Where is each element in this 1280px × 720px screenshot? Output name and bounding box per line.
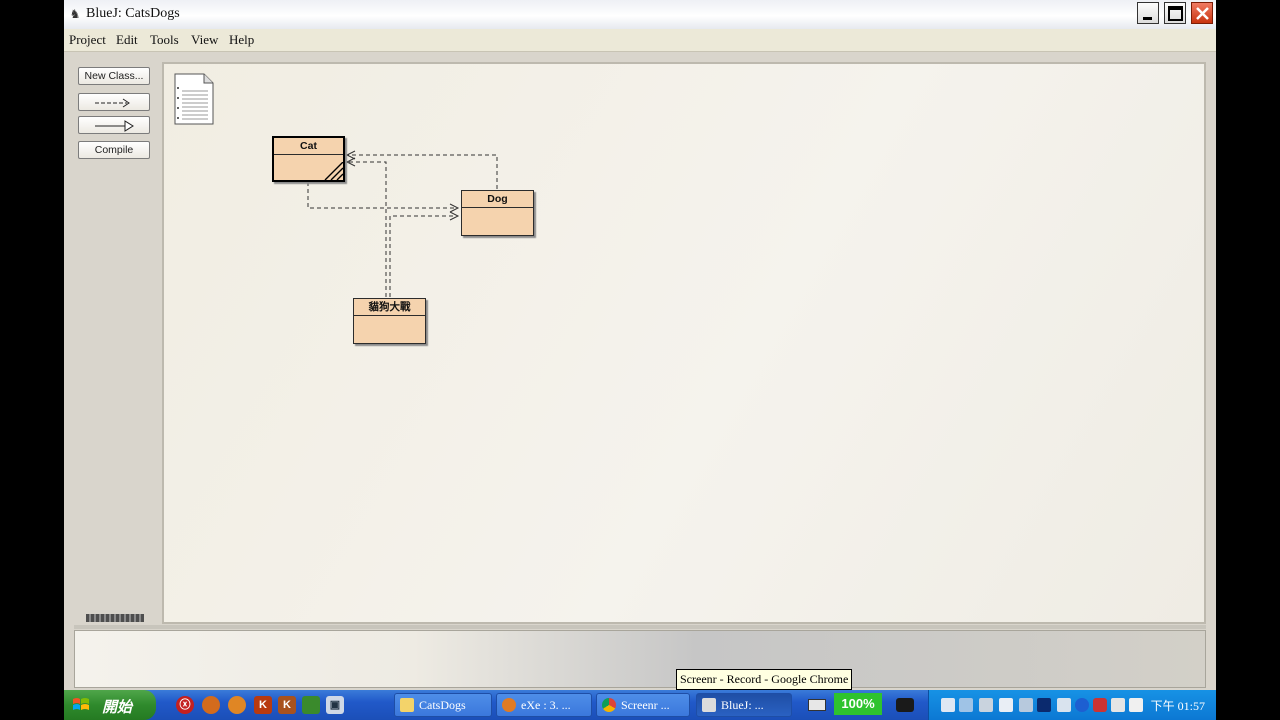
tray-icon-4[interactable]	[999, 698, 1013, 712]
vm-progress-indicator	[86, 614, 144, 622]
menu-view[interactable]: View	[191, 32, 218, 48]
chrome-icon	[602, 698, 616, 712]
keyboard-icon[interactable]	[808, 699, 826, 711]
taskbar-button-catsdogs[interactable]: CatsDogs	[394, 693, 492, 717]
menu-help[interactable]: Help	[229, 32, 254, 48]
tray-icon-10[interactable]	[1111, 698, 1125, 712]
class-name-cat: Cat	[274, 138, 343, 155]
quicklaunch-icon-6[interactable]	[302, 696, 320, 714]
bluej-icon: ♞	[69, 7, 81, 21]
tray-icon-5[interactable]	[1019, 698, 1033, 712]
window-title: BlueJ: CatsDogs	[86, 6, 180, 21]
bluetooth-icon[interactable]	[1075, 698, 1089, 712]
firefox-icon[interactable]	[228, 696, 246, 714]
quicklaunch-icon-1[interactable]: ⓧ	[176, 696, 194, 714]
power-plug-icon[interactable]	[896, 698, 914, 712]
class-cat[interactable]: Cat	[272, 136, 345, 182]
tray-icon-3[interactable]	[979, 698, 993, 712]
taskbar: 開始 ⓧ K K ▣ CatsDogs eXe : 3. ... Screenr…	[64, 690, 1216, 720]
antivirus-icon[interactable]	[1093, 698, 1107, 712]
compile-button[interactable]: Compile	[78, 141, 150, 159]
tray-icon-11[interactable]	[1129, 698, 1143, 712]
zoom-indicator[interactable]: 100%	[834, 693, 882, 715]
uncompiled-hatch-icon	[324, 162, 343, 180]
quicklaunch-icon-2[interactable]	[202, 696, 220, 714]
message-area	[74, 630, 1206, 688]
menu-project[interactable]: Project	[69, 32, 106, 48]
readme-document-icon[interactable]	[174, 73, 214, 125]
close-button[interactable]	[1191, 2, 1213, 24]
class-cats-dogs-game[interactable]: 貓狗大戰	[353, 298, 426, 344]
taskbar-button-bluej[interactable]: BlueJ: ...	[696, 693, 792, 717]
network-icon[interactable]	[959, 698, 973, 712]
tray-icon-6[interactable]	[1037, 698, 1051, 712]
bluej-icon	[702, 698, 716, 712]
quicklaunch-icon-5[interactable]: K	[278, 696, 296, 714]
new-class-button[interactable]: New Class...	[78, 67, 150, 85]
maximize-button[interactable]	[1164, 2, 1186, 24]
class-dog[interactable]: Dog	[461, 190, 534, 236]
tray-icon-7[interactable]	[1057, 698, 1071, 712]
inheritance-arrow-button[interactable]	[78, 116, 150, 134]
solid-arrow-icon	[95, 120, 134, 132]
taskbar-button-screenr[interactable]: Screenr ...	[596, 693, 690, 717]
signal-icon[interactable]	[941, 698, 955, 712]
bluej-window: ♞ BlueJ: CatsDogs Project Edit Tools Vie…	[64, 0, 1216, 690]
taskbar-tooltip: Screenr - Record - Google Chrome	[676, 669, 853, 690]
start-button[interactable]: 開始	[64, 690, 156, 720]
menu-tools[interactable]: Tools	[150, 32, 179, 48]
uses-arrow-button[interactable]	[78, 93, 150, 111]
quicklaunch-icon-7[interactable]: ▣	[326, 696, 344, 714]
taskbar-button-exe[interactable]: eXe : 3. ...	[496, 693, 592, 717]
menu-bar: Project Edit Tools View Help	[64, 29, 1216, 52]
folder-icon	[400, 698, 414, 712]
system-tray: 下午 01:57	[928, 690, 1216, 720]
title-bar[interactable]: ♞ BlueJ: CatsDogs	[64, 0, 1216, 30]
clock: 下午 01:57	[1150, 699, 1205, 713]
quicklaunch-icon-4[interactable]: K	[254, 696, 272, 714]
splitter[interactable]	[74, 625, 1206, 629]
class-name-game: 貓狗大戰	[354, 299, 425, 316]
class-name-dog: Dog	[462, 191, 533, 208]
minimize-button[interactable]	[1137, 2, 1159, 24]
firefox-icon	[502, 698, 516, 712]
menu-edit[interactable]: Edit	[116, 32, 138, 48]
start-label: 開始	[102, 699, 133, 716]
windows-logo-icon	[73, 698, 89, 710]
dashed-arrow-icon	[95, 98, 130, 108]
